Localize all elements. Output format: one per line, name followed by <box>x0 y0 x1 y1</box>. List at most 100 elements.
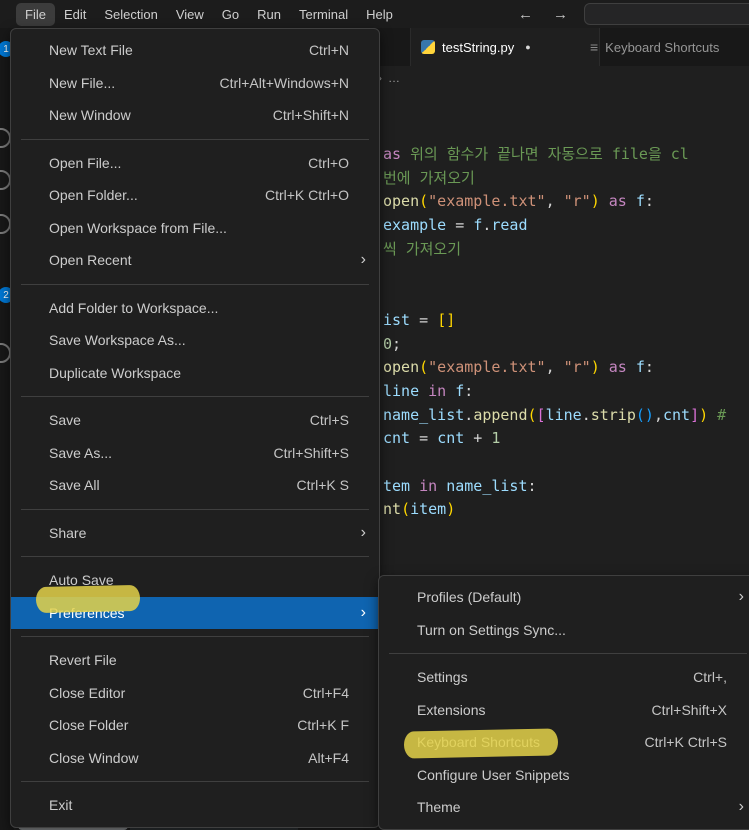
menu-item-open-file[interactable]: Open File... Ctrl+O <box>11 147 379 180</box>
menubar-item-file[interactable]: File <box>16 2 55 26</box>
nav-arrows: ← → <box>518 0 568 28</box>
menu-item-shortcut: Ctrl+K Ctrl+S <box>644 734 727 751</box>
menu-item-new-file[interactable]: New File... Ctrl+Alt+Windows+N <box>11 67 379 100</box>
menubar-item-view[interactable]: View <box>167 3 213 26</box>
highlighter-mark-keyboard-shortcuts <box>403 728 559 759</box>
code-token: cnt <box>383 429 411 448</box>
command-center-search[interactable] <box>584 3 749 25</box>
code-token: = <box>446 216 474 235</box>
menu-item-label: Close Editor <box>49 684 126 701</box>
code-token: , <box>653 405 663 424</box>
code-token: f <box>635 192 645 211</box>
file-menu-dropdown: New Text File Ctrl+N New File... Ctrl+Al… <box>10 28 380 828</box>
code-token: 0 <box>383 334 393 353</box>
menu-item-shortcut: Ctrl+Shift+X <box>651 701 727 718</box>
code-token: "example.txt" <box>428 358 546 377</box>
menu-item-shortcut: Ctrl+K F <box>297 717 349 734</box>
menu-item-label: Open Workspace from File... <box>49 219 227 236</box>
code-token: f <box>455 381 465 400</box>
submenu-item-extensions[interactable]: Extensions Ctrl+Shift+X <box>379 694 749 727</box>
menu-item-save-as[interactable]: Save As... Ctrl+Shift+S <box>11 437 379 470</box>
code-token: f <box>635 358 645 377</box>
menu-item-duplicate-workspace[interactable]: Duplicate Workspace <box>11 357 379 390</box>
menubar-item-selection[interactable]: Selection <box>95 3 166 26</box>
menu-item-label: New Text File <box>49 42 133 59</box>
forward-arrow-icon[interactable]: → <box>553 6 568 23</box>
code-token: , <box>545 192 564 211</box>
menu-item-shortcut: Ctrl+, <box>693 669 727 686</box>
code-token: , <box>545 358 564 377</box>
menubar-item-go[interactable]: Go <box>213 3 248 26</box>
menubar-item-edit[interactable]: Edit <box>55 3 95 26</box>
tab-keyboard-shortcuts[interactable]: ≡ Keyboard Shortcuts <box>580 28 749 66</box>
menu-item-close-editor[interactable]: Close Editor Ctrl+F4 <box>11 677 379 710</box>
code-token: open <box>383 192 420 211</box>
code-token: 번에 가져오기 <box>383 168 475 187</box>
menu-item-save[interactable]: Save Ctrl+S <box>11 404 379 437</box>
back-arrow-icon[interactable]: ← <box>518 6 533 23</box>
menu-item-open-workspace-from-file[interactable]: Open Workspace from File... <box>11 212 379 245</box>
modified-dot-icon[interactable]: ● <box>525 42 530 52</box>
code-token: "r" <box>563 192 591 211</box>
submenu-item-profiles[interactable]: Profiles (Default) › <box>379 581 749 614</box>
code-token: as <box>383 145 411 163</box>
code-line: example = f.read <box>383 214 749 238</box>
tab-teststring-py[interactable]: testString.py ● <box>410 28 600 66</box>
menu-item-label: Profiles (Default) <box>417 589 522 606</box>
breadcrumb-ellipsis[interactable]: … <box>388 71 400 85</box>
code-token: 씩 가져오기 <box>383 239 462 258</box>
menu-item-label: Save Workspace As... <box>49 332 186 349</box>
code-token: : <box>464 381 474 400</box>
submenu-item-settings-sync[interactable]: Turn on Settings Sync... <box>379 614 749 647</box>
code-token: ) <box>699 405 709 424</box>
code-token: ( <box>419 358 429 377</box>
tab-label: testString.py <box>442 39 515 55</box>
editor-code-area[interactable]: as 위의 함수가 끝나면 자동으로 file을 cl 번에 가져오기 open("… <box>383 143 749 522</box>
menu-separator <box>21 396 369 397</box>
menu-separator <box>389 653 747 654</box>
code-token: nt <box>383 500 402 519</box>
menu-item-close-folder[interactable]: Close Folder Ctrl+K F <box>11 709 379 742</box>
menu-item-open-folder[interactable]: Open Folder... Ctrl+K Ctrl+O <box>11 179 379 212</box>
menubar-item-help[interactable]: Help <box>357 3 402 26</box>
code-token: ) <box>590 358 600 377</box>
menu-item-close-window[interactable]: Close Window Alt+F4 <box>11 742 379 775</box>
menu-item-new-text-file[interactable]: New Text File Ctrl+N <box>11 34 379 67</box>
menu-item-open-recent[interactable]: Open Recent › <box>11 244 379 277</box>
submenu-item-settings[interactable]: Settings Ctrl+, <box>379 661 749 694</box>
menu-item-exit[interactable]: Exit <box>11 789 379 822</box>
code-token: . <box>581 405 591 424</box>
menu-item-save-workspace-as[interactable]: Save Workspace As... <box>11 324 379 357</box>
code-token: "r" <box>563 358 591 377</box>
code-line: 0; <box>383 333 749 357</box>
menu-item-label: Open Recent <box>49 252 132 269</box>
menu-item-shortcut: Ctrl+Shift+S <box>273 444 349 461</box>
menu-item-label: Theme <box>417 799 461 816</box>
menu-item-revert-file[interactable]: Revert File <box>11 644 379 677</box>
code-line: tem in name_list: <box>383 475 749 499</box>
menu-item-share[interactable]: Share › <box>11 517 379 550</box>
menu-item-new-window[interactable]: New Window Ctrl+Shift+N <box>11 99 379 132</box>
code-token: cnt <box>662 405 691 424</box>
submenu-item-theme[interactable]: Theme › <box>379 791 749 824</box>
menu-item-label: Save As... <box>49 444 113 461</box>
menubar-item-terminal[interactable]: Terminal <box>290 3 357 26</box>
code-line: cnt = cnt + 1 <box>383 427 749 451</box>
code-line: 씩 가져오기 <box>383 238 749 262</box>
menu-item-label: Configure User Snippets <box>417 766 570 783</box>
menu-item-label: Save <box>49 412 81 429</box>
menu-item-shortcut: Alt+F4 <box>308 749 349 766</box>
code-token: () <box>635 405 654 424</box>
breadcrumb[interactable]: › … <box>378 66 749 90</box>
menubar-item-run[interactable]: Run <box>248 3 290 26</box>
submenu-item-configure-user-snippets[interactable]: Configure User Snippets <box>379 759 749 792</box>
menu-item-add-folder-to-workspace[interactable]: Add Folder to Workspace... <box>11 292 379 325</box>
code-line: line in f: <box>383 380 749 404</box>
menu-item-label: Exit <box>49 797 73 814</box>
menu-item-save-all[interactable]: Save All Ctrl+K S <box>11 469 379 502</box>
chevron-right-icon: › <box>360 603 366 621</box>
title-bar: File Edit Selection View Go Run Terminal… <box>0 0 749 28</box>
code-token: ) <box>590 192 600 211</box>
code-token: in <box>419 381 456 400</box>
code-token: cnt <box>437 429 465 448</box>
